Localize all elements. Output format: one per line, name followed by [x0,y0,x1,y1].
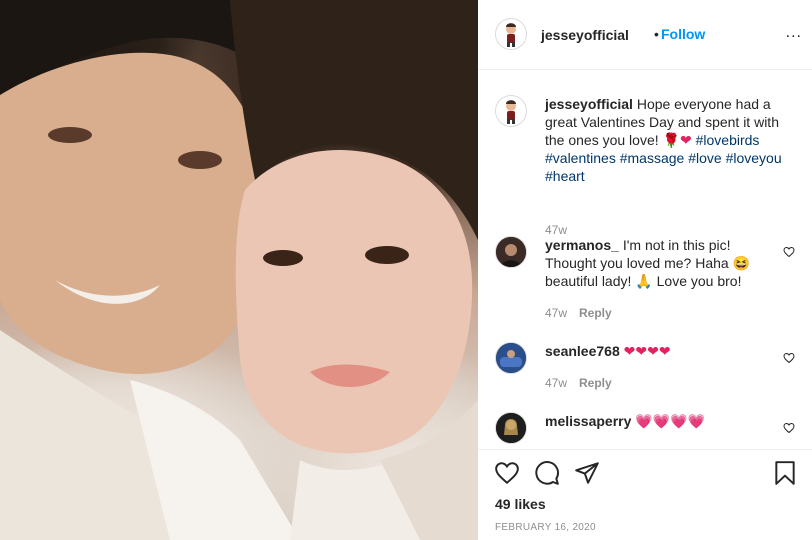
hashtag[interactable]: #valentines [545,150,616,166]
like-icon[interactable] [494,460,520,486]
heart-emoji-icon: ❤❤❤❤ [623,343,671,359]
comments-section[interactable]: jesseyofficial Hope everyone had a great… [478,71,812,449]
commenter-avatar[interactable] [495,236,527,268]
hashtag[interactable]: #massage [620,150,685,166]
hashtag[interactable]: #loveyou [726,150,782,166]
comment-time[interactable]: 47w [545,306,567,320]
commenter-avatar[interactable] [495,342,527,374]
commenter-avatar[interactable] [495,412,527,444]
comment-text-block: yermanos_ I'm not in this pic! Thought y… [545,236,775,290]
caption-username[interactable]: jesseyofficial [545,96,633,112]
photo-art [0,0,478,540]
reply-button[interactable]: Reply [579,306,612,320]
author-avatar[interactable] [495,18,527,50]
commenter-username[interactable]: melissaperry [545,413,631,429]
post-photo[interactable] [0,0,478,540]
follow-button[interactable]: Follow [661,26,705,42]
post-header: jesseyofficial • Follow ... [478,0,812,70]
rose-emoji-icon: 🌹 [662,132,680,148]
heart-emoji-icon: 💗💗💗💗 [635,413,706,429]
comment-text-block: melissaperry 💗💗💗💗 [545,412,775,430]
post-footer: 49 likes FEBRUARY 16, 2020 [478,449,812,540]
author-username[interactable]: jesseyofficial [541,27,629,43]
bitmoji-avatar-icon [506,23,516,47]
praying-hands-emoji-icon: 🙏 [635,273,653,289]
likes-count[interactable]: 49 likes [495,496,546,512]
separator-dot: • [654,26,659,42]
heart-outline-icon[interactable] [783,352,795,364]
comment-meta: 47w Reply [545,306,612,320]
comment-text-block: seanlee768 ❤❤❤❤ [545,342,775,360]
caption-time[interactable]: 47w [545,223,567,237]
laughing-emoji-icon: 😆 [732,255,751,271]
comment-time[interactable]: 47w [545,376,567,390]
profile-photo-icon [496,343,526,373]
hashtag[interactable]: #heart [545,168,585,184]
bitmoji-avatar-icon [506,100,516,124]
profile-photo-icon [496,237,526,267]
reply-button[interactable]: Reply [579,376,612,390]
share-icon[interactable] [574,460,600,486]
hashtag[interactable]: #love [688,150,721,166]
more-options-icon[interactable]: ... [786,24,802,42]
profile-photo-icon [496,413,526,443]
comment-meta: 47w Reply [545,376,612,390]
commenter-username[interactable]: seanlee768 [545,343,620,359]
post-date[interactable]: FEBRUARY 16, 2020 [495,522,596,533]
save-icon[interactable] [772,460,798,486]
heart-outline-icon[interactable] [783,422,795,434]
heart-emoji-icon: ❤ [679,132,692,148]
commenter-username[interactable]: yermanos_ [545,237,619,253]
hashtag[interactable]: #lovebirds [696,132,760,148]
caption-avatar[interactable] [495,95,527,127]
comment-text: Love you bro! [656,273,742,289]
caption-text-block: jesseyofficial Hope everyone had a great… [545,95,785,185]
comment-text: beautiful lady! [545,273,632,289]
comment-icon[interactable] [534,460,560,486]
heart-outline-icon[interactable] [783,246,795,258]
